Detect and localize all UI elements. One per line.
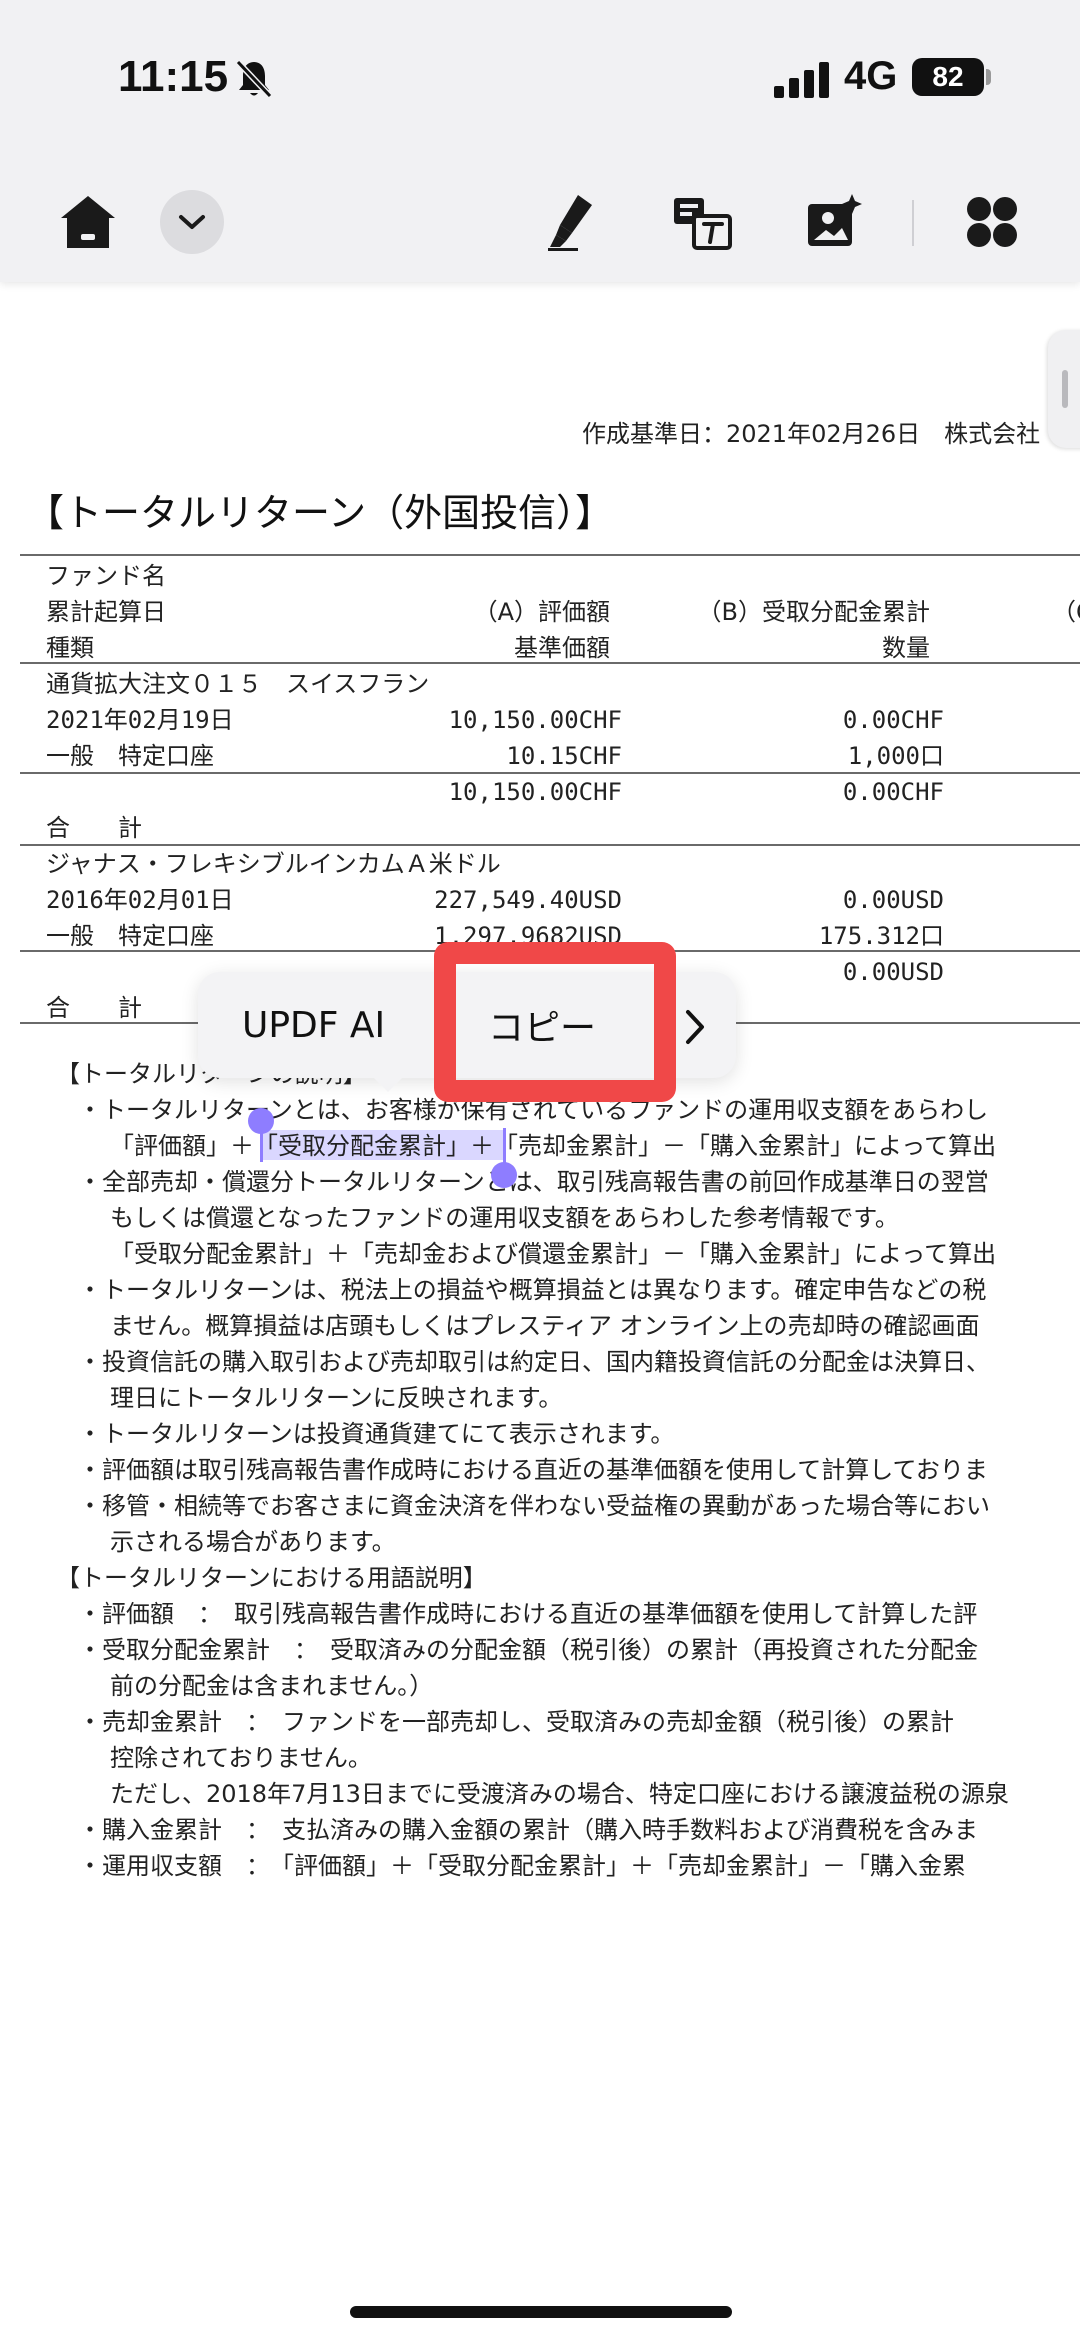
note-line[interactable]: もしくは償還となったファンドの運用収支額をあらわした参考情報です。 <box>110 1206 899 1230</box>
fund1-total-value: 10,150.00CHF <box>448 778 622 806</box>
pdf-page[interactable]: 作成基準日：2021年02月26日 株式会社 【トータルリターン（外国投信）】 … <box>0 282 1080 2341</box>
note-line[interactable]: 「評価額」＋「受取分配金累計」＋「売却金累計」－「購入金累計」によって算出 <box>110 1134 996 1158</box>
fund1-dist: 0.00CHF <box>842 706 944 734</box>
home-indicator[interactable] <box>350 2306 732 2318</box>
apps-button[interactable] <box>960 190 1024 254</box>
dropdown-button[interactable] <box>160 190 224 254</box>
note-line[interactable]: ・運用収支額 ： 「評価額」＋「受取分配金累計」＋「売却金累計」－「購入金累 <box>78 1854 966 1878</box>
fund1-value: 10,150.00CHF <box>448 706 622 734</box>
col-head-start-date: 累計起算日 <box>46 598 166 626</box>
note-line[interactable]: ・評価額 ： 取引残高報告書作成時における直近の基準価額を使用して計算した評 <box>78 1602 977 1626</box>
col-head-distribution: （B）受取分配金累計 <box>697 598 930 626</box>
document-title: 【トータルリターン（外国投信）】 <box>26 491 614 535</box>
note-line[interactable]: 理日にトータルリターンに反映されます。 <box>110 1386 562 1410</box>
fund2-date: 2016年02月01日 <box>46 886 234 914</box>
table-rule-header <box>20 662 1080 664</box>
note-line[interactable]: ・トータルリターンは、税法上の損益や概算損益とは異なります。確定申告などの税 <box>78 1278 986 1302</box>
chevron-right-icon[interactable] <box>680 1006 710 1048</box>
table-rule-top <box>20 554 1080 556</box>
note-line[interactable]: ・売却金累計 ： ファンドを一部売却し、受取済みの売却金額（税引後）の累計 <box>78 1710 954 1734</box>
fund1-qty: 1,000口 <box>847 742 944 770</box>
header-date: 作成基準日：2021年02月26日 株式会社 <box>582 420 1041 448</box>
fund1-total-dist: 0.00CHF <box>842 778 944 806</box>
fund2-qty: 175.312口 <box>818 922 944 950</box>
ai-image-button[interactable] <box>802 190 866 254</box>
note-line[interactable]: 「受取分配金累計」＋「売却金および償還金累計」－「購入金累計」によって算出 <box>110 1242 996 1266</box>
col-head-valuation: （A）評価額 <box>473 598 610 626</box>
col-head-type: 種類 <box>46 634 94 662</box>
note-heading-2: 【トータルリターンにおける用語説明】 <box>56 1564 487 1592</box>
scroll-tab[interactable] <box>1048 330 1080 448</box>
note-line[interactable]: ・評価額は取引残高報告書作成時における直近の基準価額を使用して計算しておりま <box>78 1458 988 1482</box>
note-line[interactable]: ・受取分配金累計 ： 受取済みの分配金額（税引後）の累計（再投資された分配金 <box>78 1638 978 1662</box>
table-rule-total1 <box>20 844 1080 846</box>
note-line[interactable]: 前の分配金は含まれません。） <box>110 1674 433 1698</box>
scroll-grip <box>1062 370 1068 408</box>
apps-icon <box>967 197 1017 247</box>
selection-start-handle[interactable] <box>248 1108 274 1134</box>
fund1-total-label: 合 計 <box>46 814 142 842</box>
ai-image-icon <box>808 194 862 246</box>
fund1-price: 10.15CHF <box>506 742 622 770</box>
copy-highlight-box <box>434 942 676 1102</box>
cellular-signal-icon <box>774 62 829 98</box>
note-line[interactable]: 示される場合があります。 <box>110 1530 396 1554</box>
home-icon <box>61 196 115 248</box>
battery-icon: 82 <box>912 58 984 96</box>
note-line[interactable]: ません。概算損益は店頭もしくはプレスティア オンライン上の売却時の確認画面 <box>110 1314 979 1338</box>
col-head-base-price: 基準価額 <box>514 634 610 662</box>
top-bar: 11:15 4G 82 <box>0 0 1080 282</box>
col-head-fund-name: ファンド名 <box>46 562 166 590</box>
battery-tip <box>986 69 991 85</box>
fund2-name: ジャナス・フレキシブルインカムＡ米ドル <box>46 850 501 878</box>
chevron-down-icon <box>179 215 205 229</box>
selection-end-handle[interactable] <box>491 1162 517 1188</box>
translate-icon <box>674 198 732 250</box>
note-line[interactable]: ・投資信託の購入取引および売却取引は約定日、国内籍投資信託の分配金は決算日、 <box>78 1350 990 1374</box>
updf-ai-menu-item[interactable]: UPDF AI <box>242 972 385 1078</box>
fund2-total-label: 合 計 <box>46 994 142 1022</box>
fund1-name: 通貨拡大注文０１５ スイスフラン <box>46 670 430 698</box>
fund2-value: 227,549.40USD <box>434 886 622 914</box>
home-button[interactable] <box>56 190 120 254</box>
note-line[interactable]: ・移管・相続等でお客さまに資金決済を伴わない受益権の異動があった場合等におい <box>78 1494 990 1518</box>
highlighter-icon <box>548 195 592 251</box>
table-rule-fund1 <box>20 772 1080 774</box>
status-time: 11:15 <box>118 52 229 101</box>
note-line[interactable]: ・トータルリターンは投資通貨建てにて表示されます。 <box>78 1422 674 1446</box>
note-line[interactable]: ・全部売却・償還分トータルリターンとは、取引残高報告書の前回作成基準日の翌営 <box>78 1170 989 1194</box>
note-line[interactable]: ・購入金累計 ： 支払済みの購入金額の累計（購入時手数料および消費税を含みま <box>78 1818 978 1842</box>
fund1-type: 一般 特定口座 <box>46 742 214 770</box>
bell-off-icon <box>235 59 273 99</box>
fund2-type: 一般 特定口座 <box>46 922 214 950</box>
note-line[interactable]: 控除されておりません。 <box>110 1746 372 1770</box>
highlighter-button[interactable] <box>540 190 604 254</box>
translate-button[interactable] <box>670 190 734 254</box>
toolbar-divider <box>912 200 914 246</box>
col-head-quantity: 数量 <box>882 634 930 662</box>
network-type: 4G <box>844 54 898 98</box>
fund2-dist: 0.00USD <box>842 886 944 914</box>
col-head-c: （C <box>1052 598 1080 626</box>
note-line[interactable]: ただし、2018年7月13日までに受渡済みの場合、特定口座における譲渡益税の源泉 <box>110 1782 1009 1806</box>
fund1-date: 2021年02月19日 <box>46 706 234 734</box>
